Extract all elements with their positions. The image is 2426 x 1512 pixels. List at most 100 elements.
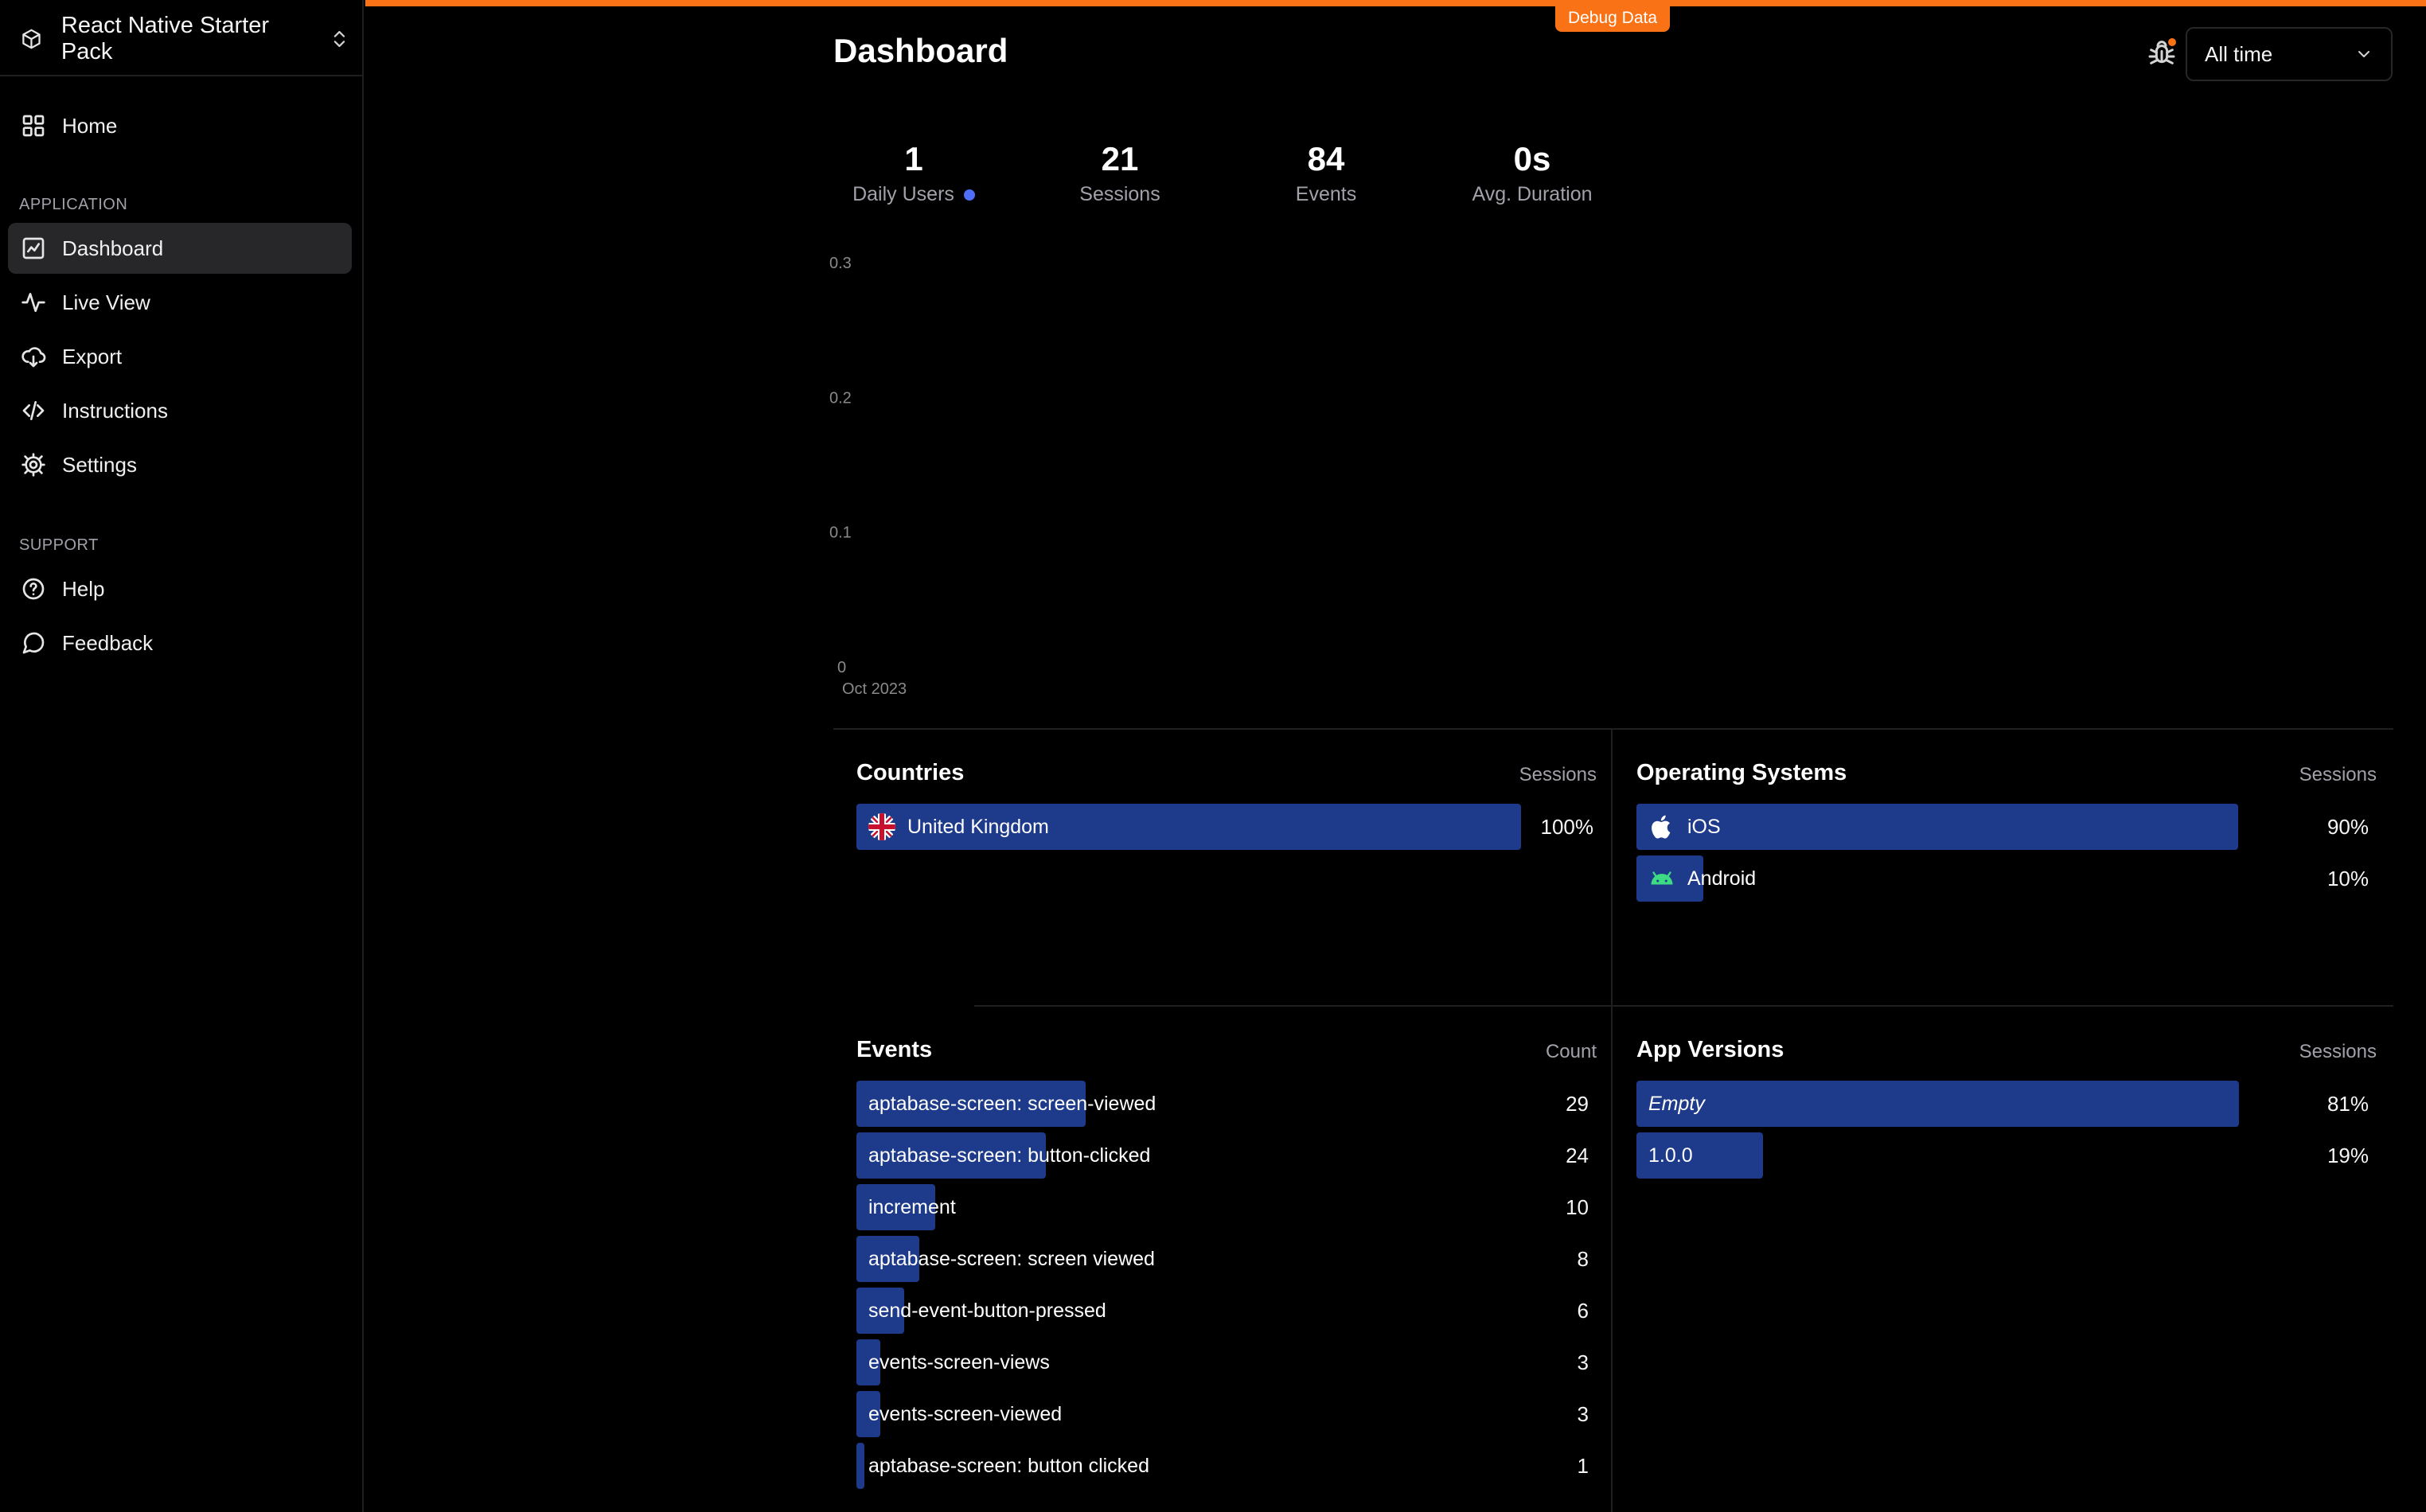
app-version-value: 81% <box>2327 1091 2369 1116</box>
sidebar-item-export[interactable]: Export <box>8 331 352 382</box>
chevron-down-icon <box>2358 51 2369 57</box>
sidebar-item-feedback[interactable]: Feedback <box>8 618 352 668</box>
operating-systems-panel: Operating Systems Sessions iOS 90% Andro… <box>1636 754 2393 907</box>
app-version-value: 19% <box>2327 1143 2369 1167</box>
y-tick-label: 0.2 <box>829 389 852 407</box>
stat-value: 0s <box>1513 140 1551 177</box>
cloud-download-icon <box>21 347 46 368</box>
stat-avg-duration[interactable]: 0s Avg. Duration <box>1437 140 1628 206</box>
stat-label: Events <box>1295 183 1357 205</box>
stat-label-row: Daily Users <box>818 183 1009 206</box>
code-icon <box>22 401 45 420</box>
chevron-up-down-icon <box>333 30 345 48</box>
event-count: 8 <box>1577 1246 1589 1271</box>
stat-sessions[interactable]: 21 Sessions <box>1024 140 1215 206</box>
event-name: increment <box>868 1195 956 1218</box>
event-row[interactable]: aptabase-screen: button-clicked 24 <box>856 1132 1613 1179</box>
sidebar-item-label: Help <box>62 576 105 601</box>
event-name: aptabase-screen: screen viewed <box>868 1247 1155 1270</box>
event-row[interactable]: aptabase-screen: screen-viewed 29 <box>856 1081 1613 1127</box>
os-list: iOS 90% Android 10% <box>1636 804 2393 902</box>
event-row[interactable]: increment 10 <box>856 1184 1613 1230</box>
y-tick-label: 0.3 <box>829 255 852 272</box>
sidebar-item-dashboard[interactable]: Dashboard <box>8 223 352 274</box>
sidebar-item-help[interactable]: Help <box>8 563 352 614</box>
events-list: aptabase-screen: screen-viewed 29 aptabase… <box>856 1081 1613 1489</box>
section-title-support: SUPPORT <box>19 536 99 554</box>
os-value: 90% <box>2327 814 2369 839</box>
panel-metric: Count <box>1545 1041 1597 1062</box>
sidebar-item-label: Settings <box>62 452 137 477</box>
os-name: Android <box>1687 867 1757 890</box>
app-version-row[interactable]: 1.0.0 19% <box>1636 1132 2393 1179</box>
panel-title: Countries <box>856 760 965 785</box>
activity-pulse-icon <box>21 293 45 312</box>
event-row[interactable]: events-screen-views 3 <box>856 1339 1613 1385</box>
country-value: 100% <box>1540 814 1594 839</box>
sidebar-item-instructions[interactable]: Instructions <box>8 385 352 436</box>
os-bar <box>1636 804 2238 850</box>
stat-value: 1 <box>904 140 923 177</box>
event-bar <box>856 1443 864 1489</box>
chart-svg: 0.3 0.2 0.1 0 Oct 2023 <box>829 255 907 698</box>
os-name: iOS <box>1687 815 1721 838</box>
event-count: 3 <box>1577 1350 1589 1374</box>
sidebar-item-home[interactable]: Home <box>8 100 352 151</box>
sidebar-item-settings[interactable]: Settings <box>8 439 352 490</box>
divider <box>974 1005 2393 1007</box>
event-name: events-screen-viewed <box>868 1402 1063 1425</box>
panel-title: Operating Systems <box>1636 760 1847 785</box>
countries-list: United Kingdom 100% <box>856 804 1613 850</box>
notification-dot <box>2168 38 2176 46</box>
app-version-row[interactable]: Empty 81% <box>1636 1081 2393 1127</box>
country-name: United Kingdom <box>907 815 1049 838</box>
app-name: React Native Starter Pack <box>60 13 269 64</box>
panel-header: Events Count <box>856 1031 1613 1063</box>
os-value: 10% <box>2327 866 2369 890</box>
sidebar-divider <box>0 75 364 76</box>
event-count: 3 <box>1577 1401 1589 1426</box>
event-count: 24 <box>1566 1143 1589 1167</box>
sidebar-item-live-view[interactable]: Live View <box>8 277 352 328</box>
section-title-application: APPLICATION <box>19 196 128 213</box>
grid-icon <box>22 115 45 137</box>
panel-header: Operating Systems Sessions <box>1636 754 2393 786</box>
event-row[interactable]: events-screen-viewed 3 <box>856 1391 1613 1437</box>
event-row[interactable]: aptabase-screen: button clicked 1 <box>856 1443 1613 1489</box>
sessions-chart[interactable]: 0.3 0.2 0.1 0 Oct 2023 <box>828 247 2396 708</box>
sidebar-item-label: Home <box>62 113 118 138</box>
app-version-name: 1.0.0 <box>1648 1144 1693 1167</box>
top-accent-bar <box>365 0 2426 6</box>
event-name: aptabase-screen: button clicked <box>868 1454 1149 1477</box>
y-tick-label: 0.1 <box>829 524 852 542</box>
message-circle-icon <box>22 632 45 654</box>
divider <box>833 728 2393 730</box>
app-versions-list: Empty 81% 1.0.0 19% <box>1636 1081 2393 1179</box>
apple-icon <box>1652 815 1671 839</box>
debug-data-badge: Debug Data <box>1555 5 1670 32</box>
y-tick-label: 0 <box>837 659 846 676</box>
panel-header: App Versions Sessions <box>1636 1031 2393 1063</box>
country-row[interactable]: United Kingdom 100% <box>856 804 1613 850</box>
countries-panel: Countries Sessions United Kingdom 100% <box>856 754 1613 855</box>
event-row[interactable]: send-event-button-pressed 6 <box>856 1288 1613 1334</box>
app-version-name: Empty <box>1648 1092 1705 1115</box>
event-name: send-event-button-pressed <box>868 1299 1106 1322</box>
period-select[interactable]: All time <box>2186 27 2393 81</box>
stat-daily-users[interactable]: 1 Daily Users <box>818 140 1009 206</box>
sidebar-item-label: Export <box>62 344 123 368</box>
app-cube-icon <box>22 29 41 49</box>
events-panel: Events Count aptabase-screen: screen-vie… <box>856 1031 1613 1494</box>
debug-toggle-button[interactable] <box>2146 37 2178 72</box>
panel-header: Countries Sessions <box>856 754 1613 786</box>
series-dot <box>963 189 975 201</box>
os-row[interactable]: Android 10% <box>1636 855 2393 902</box>
stat-label: Sessions <box>1079 183 1160 205</box>
panel-metric: Sessions <box>2299 1041 2377 1062</box>
os-row[interactable]: iOS 90% <box>1636 804 2393 850</box>
app-switcher[interactable]: React Native Starter Pack <box>16 13 350 64</box>
panel-metric: Sessions <box>1519 764 1597 785</box>
event-row[interactable]: aptabase-screen: screen viewed 8 <box>856 1236 1613 1282</box>
android-icon <box>1651 871 1673 885</box>
stat-events[interactable]: 84 Events <box>1231 140 1422 206</box>
